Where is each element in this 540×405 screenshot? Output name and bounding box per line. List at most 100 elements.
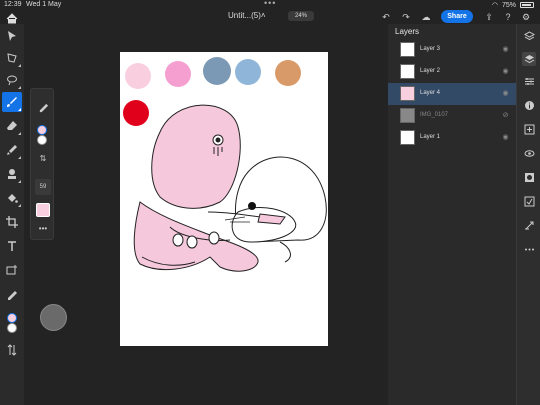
layer-thumbnail xyxy=(400,108,415,123)
brush-eyedropper-icon[interactable] xyxy=(37,103,49,115)
layer-name: IMG_0107 xyxy=(420,112,449,118)
redo-icon[interactable]: ↷ xyxy=(400,11,412,23)
layers-button[interactable] xyxy=(522,29,536,43)
smudge-tool[interactable] xyxy=(2,140,22,160)
layer-row[interactable]: IMG_0107 ⊘ xyxy=(388,105,516,127)
export-icon[interactable]: ⇪ xyxy=(483,11,495,23)
swap-colors-button[interactable] xyxy=(2,340,22,360)
right-tool-rail xyxy=(516,24,540,405)
layer-row-selected[interactable]: Layer 4 ◉ xyxy=(388,83,516,105)
brush-tool[interactable] xyxy=(2,92,22,112)
figure-eye xyxy=(248,202,256,210)
layer-thumbnail xyxy=(400,64,415,79)
document-canvas[interactable] xyxy=(120,52,328,346)
visibility-icon xyxy=(524,149,534,157)
zoom-level[interactable]: 24% xyxy=(288,11,314,21)
settings-icon[interactable]: ⚙ xyxy=(520,11,532,23)
fill-tool-icon xyxy=(8,194,18,203)
smudge-tool-icon xyxy=(7,145,17,155)
layer-name: Layer 2 xyxy=(420,68,441,74)
fill-tool[interactable] xyxy=(2,188,22,208)
status-bar: 12:39 Wed 1 May ••• ◠ 75% xyxy=(0,0,540,10)
visibility-eye-icon[interactable]: ◉ xyxy=(501,67,510,76)
multitask-dots-icon[interactable]: ••• xyxy=(264,0,276,8)
eraser-tool-icon xyxy=(7,121,17,130)
document-title[interactable]: Untit...(5)˄ xyxy=(228,11,266,20)
tool-options-indicator xyxy=(18,64,21,67)
adjustments-button[interactable] xyxy=(522,74,536,88)
flyout-swap-icon[interactable]: ⇅ xyxy=(37,153,49,165)
clip-button[interactable] xyxy=(522,194,536,208)
battery-icon xyxy=(520,2,534,8)
layer-name: Layer 4 xyxy=(420,90,441,96)
palette-swatch xyxy=(123,100,149,126)
brush-size-value[interactable]: 59 xyxy=(35,179,51,195)
layer-row[interactable]: Layer 3 ◉ xyxy=(388,39,516,61)
palette-swatch xyxy=(125,63,151,89)
cloud-icon[interactable]: ☁ xyxy=(420,11,432,23)
touch-modifier-button[interactable] xyxy=(40,304,67,331)
visibility-hidden-icon[interactable]: ⊘ xyxy=(501,111,510,120)
layer-info-button[interactable] xyxy=(522,98,536,112)
layer-properties-button[interactable] xyxy=(522,52,536,66)
more-icon xyxy=(524,248,534,250)
adjustments-icon xyxy=(524,77,534,85)
brush-settings-flyout: ⇅ 59 ••• xyxy=(30,88,54,240)
layer-thumbnail xyxy=(400,86,415,101)
layer-thumbnail xyxy=(400,130,415,145)
mask-icon xyxy=(524,172,534,182)
clone-stamp-tool[interactable] xyxy=(2,164,22,184)
tool-options-indicator xyxy=(18,86,21,89)
more-button[interactable] xyxy=(522,242,536,256)
brush-tool-icon xyxy=(7,97,17,107)
eyedropper-tool[interactable] xyxy=(2,286,22,306)
palette-swatch xyxy=(235,59,261,85)
undo-icon[interactable]: ↶ xyxy=(380,11,392,23)
palette-swatch xyxy=(275,60,301,86)
status-right: ◠ 75% xyxy=(492,1,534,9)
eyedropper-tool-icon xyxy=(8,291,17,300)
tool-options-indicator xyxy=(18,204,21,207)
eraser-tool[interactable] xyxy=(2,116,22,136)
home-icon[interactable] xyxy=(6,11,18,24)
visibility-button[interactable] xyxy=(522,146,536,160)
help-icon[interactable]: ? xyxy=(502,11,514,23)
layer-row[interactable]: Layer 2 ◉ xyxy=(388,61,516,83)
mask-button[interactable] xyxy=(522,170,536,184)
flyout-more-icon[interactable]: ••• xyxy=(37,223,49,235)
share-button[interactable]: Share xyxy=(441,10,473,23)
visibility-eye-icon[interactable]: ◉ xyxy=(501,89,510,98)
secondary-color-swatch[interactable] xyxy=(7,323,17,333)
fx-button[interactable] xyxy=(522,218,536,232)
layer-name: Layer 1 xyxy=(420,134,441,140)
lasso-tool[interactable] xyxy=(2,70,22,90)
brush-preview-swatch[interactable] xyxy=(36,203,50,217)
artwork xyxy=(123,57,327,272)
clip-icon xyxy=(524,196,534,206)
layers-panel-title: Layers xyxy=(395,27,420,36)
palette-swatch xyxy=(165,61,191,87)
transform-tool-icon xyxy=(7,53,17,63)
select-tool[interactable] xyxy=(2,26,22,46)
flyout-primary-color[interactable] xyxy=(37,125,47,135)
swap-colors-icon xyxy=(7,344,17,356)
type-tool[interactable] xyxy=(2,236,22,256)
flyout-secondary-color[interactable] xyxy=(37,135,47,145)
tool-options-indicator xyxy=(18,180,21,183)
wifi-icon: ◠ xyxy=(491,2,498,9)
place-image-tool[interactable] xyxy=(2,260,22,280)
crop-tool-icon xyxy=(6,216,18,228)
tool-options-indicator xyxy=(18,132,21,135)
add-layer-button[interactable] xyxy=(522,122,536,136)
status-date: Wed 1 May xyxy=(26,1,62,8)
crop-tool[interactable] xyxy=(2,212,22,232)
primary-color-swatch[interactable] xyxy=(7,313,17,323)
transform-tool[interactable] xyxy=(2,48,22,68)
top-bar: Untit...(5)˄ 24% ↶ ↷ ☁ Share ⇪ ? ⚙ xyxy=(0,10,540,24)
tool-options-indicator xyxy=(18,156,21,159)
layer-info-icon xyxy=(524,100,534,110)
battery-percent: 75% xyxy=(501,1,516,9)
visibility-eye-icon[interactable]: ◉ xyxy=(501,45,510,54)
layer-row[interactable]: Layer 1 ◉ xyxy=(388,127,516,149)
visibility-eye-icon[interactable]: ◉ xyxy=(501,133,510,142)
